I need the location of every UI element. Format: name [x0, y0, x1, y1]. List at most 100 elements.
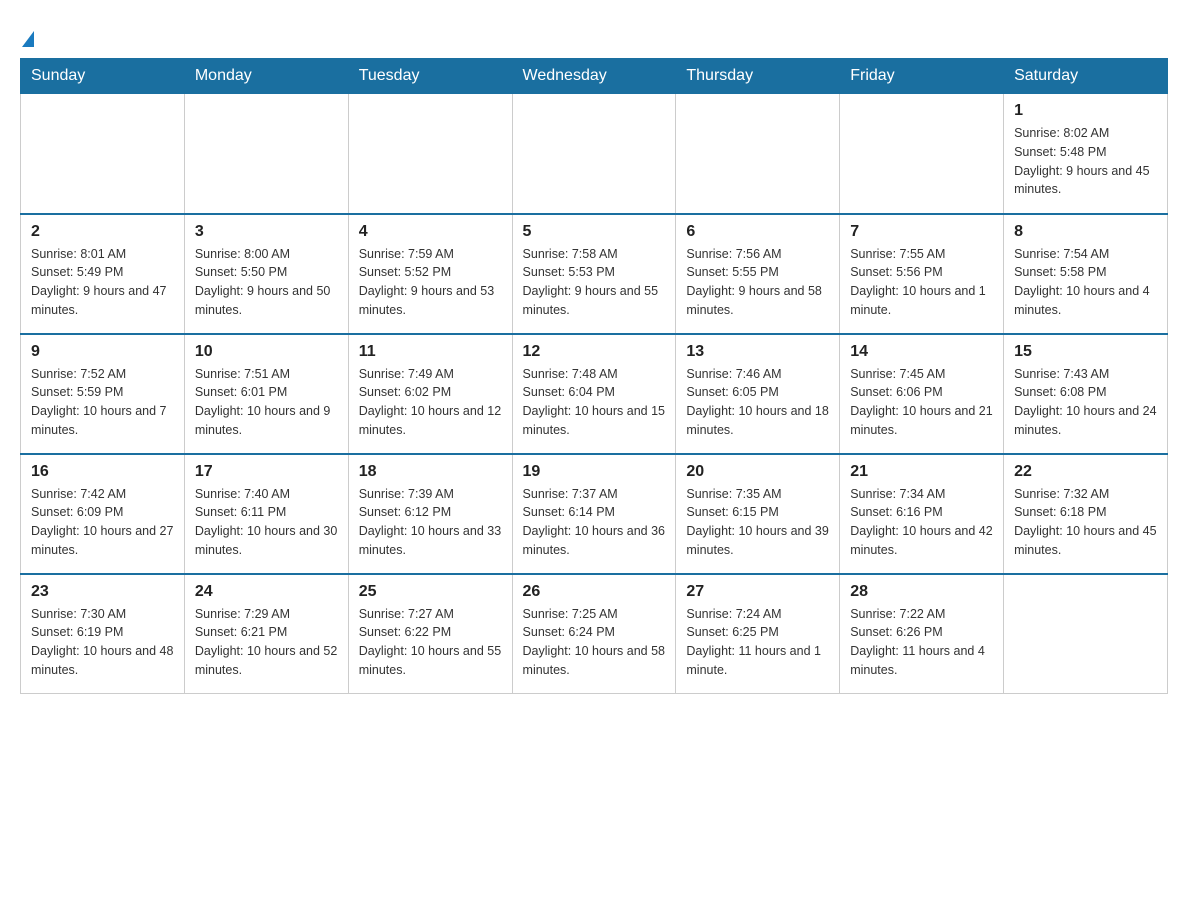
day-cell — [21, 94, 185, 214]
day-cell: 12 Sunrise: 7:48 AMSunset: 6:04 PMDayligh… — [512, 334, 676, 454]
day-cell: 18 Sunrise: 7:39 AMSunset: 6:12 PMDayligh… — [348, 454, 512, 574]
day-cell: 28Sunrise: 7:22 AMSunset: 6:26 PMDayligh… — [840, 574, 1004, 694]
day-number: 16 — [31, 463, 174, 481]
day-info: Sunrise: 7:46 AMSunset: 6:05 PMDaylight:… — [686, 365, 829, 440]
day-info: Sunrise: 7:48 AMSunset: 6:04 PMDaylight:… — [523, 365, 666, 440]
day-info: Sunrise: 7:39 AMSunset: 6:12 PMDaylight:… — [359, 485, 502, 560]
day-cell: 26 Sunrise: 7:25 AMSunset: 6:24 PMDayligh… — [512, 574, 676, 694]
day-cell — [348, 94, 512, 214]
day-number: 8 — [1014, 223, 1157, 241]
day-info: Sunrise: 7:37 AMSunset: 6:14 PMDaylight:… — [523, 485, 666, 560]
day-info: Sunrise: 7:40 AMSunset: 6:11 PMDaylight:… — [195, 485, 338, 560]
day-number: 6 — [686, 223, 829, 241]
day-cell: 1 Sunrise: 8:02 AMSunset: 5:48 PMDaylight… — [1004, 94, 1168, 214]
day-info: Sunrise: 8:00 AMSunset: 5:50 PMDaylight:… — [195, 245, 338, 320]
weekday-header-wednesday: Wednesday — [512, 59, 676, 94]
week-row-2: 2 Sunrise: 8:01 AMSunset: 5:49 PMDaylight… — [21, 214, 1168, 334]
day-number: 12 — [523, 343, 666, 361]
day-number: 24 — [195, 583, 338, 601]
day-number: 13 — [686, 343, 829, 361]
week-row-1: 1 Sunrise: 8:02 AMSunset: 5:48 PMDaylight… — [21, 94, 1168, 214]
day-info: Sunrise: 8:02 AMSunset: 5:48 PMDaylight:… — [1014, 124, 1157, 199]
day-info: Sunrise: 7:49 AMSunset: 6:02 PMDaylight:… — [359, 365, 502, 440]
day-number: 26 — [523, 583, 666, 601]
day-info: Sunrise: 7:34 AMSunset: 6:16 PMDaylight:… — [850, 485, 993, 560]
day-cell: 23 Sunrise: 7:30 AMSunset: 6:19 PMDayligh… — [21, 574, 185, 694]
day-cell: 6 Sunrise: 7:56 AMSunset: 5:55 PMDaylight… — [676, 214, 840, 334]
day-number: 25 — [359, 583, 502, 601]
day-info: Sunrise: 7:42 AMSunset: 6:09 PMDaylight:… — [31, 485, 174, 560]
day-info: Sunrise: 8:01 AMSunset: 5:49 PMDaylight:… — [31, 245, 174, 320]
weekday-header-thursday: Thursday — [676, 59, 840, 94]
day-number: 7 — [850, 223, 993, 241]
day-cell: 24 Sunrise: 7:29 AMSunset: 6:21 PMDayligh… — [184, 574, 348, 694]
day-cell: 15Sunrise: 7:43 AMSunset: 6:08 PMDayligh… — [1004, 334, 1168, 454]
day-cell: 25 Sunrise: 7:27 AMSunset: 6:22 PMDayligh… — [348, 574, 512, 694]
day-info: Sunrise: 7:54 AMSunset: 5:58 PMDaylight:… — [1014, 245, 1157, 320]
week-row-5: 23 Sunrise: 7:30 AMSunset: 6:19 PMDayligh… — [21, 574, 1168, 694]
day-cell: 4 Sunrise: 7:59 AMSunset: 5:52 PMDaylight… — [348, 214, 512, 334]
day-cell: 17Sunrise: 7:40 AMSunset: 6:11 PMDayligh… — [184, 454, 348, 574]
day-cell: 8 Sunrise: 7:54 AMSunset: 5:58 PMDaylight… — [1004, 214, 1168, 334]
day-info: Sunrise: 7:22 AMSunset: 6:26 PMDaylight:… — [850, 605, 993, 680]
day-info: Sunrise: 7:24 AMSunset: 6:25 PMDaylight:… — [686, 605, 829, 680]
day-info: Sunrise: 7:45 AMSunset: 6:06 PMDaylight:… — [850, 365, 993, 440]
day-cell: 20 Sunrise: 7:35 AMSunset: 6:15 PMDayligh… — [676, 454, 840, 574]
day-cell: 3 Sunrise: 8:00 AMSunset: 5:50 PMDaylight… — [184, 214, 348, 334]
day-info: Sunrise: 7:29 AMSunset: 6:21 PMDaylight:… — [195, 605, 338, 680]
day-cell: 11 Sunrise: 7:49 AMSunset: 6:02 PMDayligh… — [348, 334, 512, 454]
day-number: 5 — [523, 223, 666, 241]
day-cell — [512, 94, 676, 214]
day-number: 19 — [523, 463, 666, 481]
day-info: Sunrise: 7:30 AMSunset: 6:19 PMDaylight:… — [31, 605, 174, 680]
logo-arrow-icon — [22, 31, 34, 47]
day-cell: 14 Sunrise: 7:45 AMSunset: 6:06 PMDayligh… — [840, 334, 1004, 454]
day-info: Sunrise: 7:51 AMSunset: 6:01 PMDaylight:… — [195, 365, 338, 440]
day-number: 18 — [359, 463, 502, 481]
week-row-3: 9Sunrise: 7:52 AMSunset: 5:59 PMDaylight… — [21, 334, 1168, 454]
day-number: 11 — [359, 343, 502, 361]
day-info: Sunrise: 7:56 AMSunset: 5:55 PMDaylight:… — [686, 245, 829, 320]
logo-text — [20, 20, 34, 48]
day-cell: 21 Sunrise: 7:34 AMSunset: 6:16 PMDayligh… — [840, 454, 1004, 574]
weekday-header-row: SundayMondayTuesdayWednesdayThursdayFrid… — [21, 59, 1168, 94]
day-number: 2 — [31, 223, 174, 241]
weekday-header-monday: Monday — [184, 59, 348, 94]
day-info: Sunrise: 7:52 AMSunset: 5:59 PMDaylight:… — [31, 365, 174, 440]
weekday-header-friday: Friday — [840, 59, 1004, 94]
logo — [20, 20, 34, 48]
day-cell: 13 Sunrise: 7:46 AMSunset: 6:05 PMDayligh… — [676, 334, 840, 454]
day-info: Sunrise: 7:27 AMSunset: 6:22 PMDaylight:… — [359, 605, 502, 680]
day-info: Sunrise: 7:25 AMSunset: 6:24 PMDaylight:… — [523, 605, 666, 680]
day-number: 14 — [850, 343, 993, 361]
day-cell — [840, 94, 1004, 214]
day-number: 23 — [31, 583, 174, 601]
day-cell: 9Sunrise: 7:52 AMSunset: 5:59 PMDaylight… — [21, 334, 185, 454]
calendar-table: SundayMondayTuesdayWednesdayThursdayFrid… — [20, 58, 1168, 694]
day-number: 27 — [686, 583, 829, 601]
day-number: 15 — [1014, 343, 1157, 361]
day-cell: 27 Sunrise: 7:24 AMSunset: 6:25 PMDayligh… — [676, 574, 840, 694]
day-info: Sunrise: 7:55 AMSunset: 5:56 PMDaylight:… — [850, 245, 993, 320]
day-cell: 2 Sunrise: 8:01 AMSunset: 5:49 PMDaylight… — [21, 214, 185, 334]
day-cell — [184, 94, 348, 214]
page-header — [20, 20, 1168, 48]
day-number: 1 — [1014, 102, 1157, 120]
day-number: 22 — [1014, 463, 1157, 481]
day-cell — [676, 94, 840, 214]
day-number: 20 — [686, 463, 829, 481]
day-info: Sunrise: 7:32 AMSunset: 6:18 PMDaylight:… — [1014, 485, 1157, 560]
day-cell: 5Sunrise: 7:58 AMSunset: 5:53 PMDaylight… — [512, 214, 676, 334]
day-number: 4 — [359, 223, 502, 241]
day-number: 21 — [850, 463, 993, 481]
day-cell: 16 Sunrise: 7:42 AMSunset: 6:09 PMDayligh… — [21, 454, 185, 574]
day-cell: 10Sunrise: 7:51 AMSunset: 6:01 PMDayligh… — [184, 334, 348, 454]
weekday-header-sunday: Sunday — [21, 59, 185, 94]
day-number: 3 — [195, 223, 338, 241]
day-info: Sunrise: 7:59 AMSunset: 5:52 PMDaylight:… — [359, 245, 502, 320]
weekday-header-saturday: Saturday — [1004, 59, 1168, 94]
week-row-4: 16 Sunrise: 7:42 AMSunset: 6:09 PMDayligh… — [21, 454, 1168, 574]
day-cell: 19 Sunrise: 7:37 AMSunset: 6:14 PMDayligh… — [512, 454, 676, 574]
day-cell: 7 Sunrise: 7:55 AMSunset: 5:56 PMDaylight… — [840, 214, 1004, 334]
day-info: Sunrise: 7:35 AMSunset: 6:15 PMDaylight:… — [686, 485, 829, 560]
